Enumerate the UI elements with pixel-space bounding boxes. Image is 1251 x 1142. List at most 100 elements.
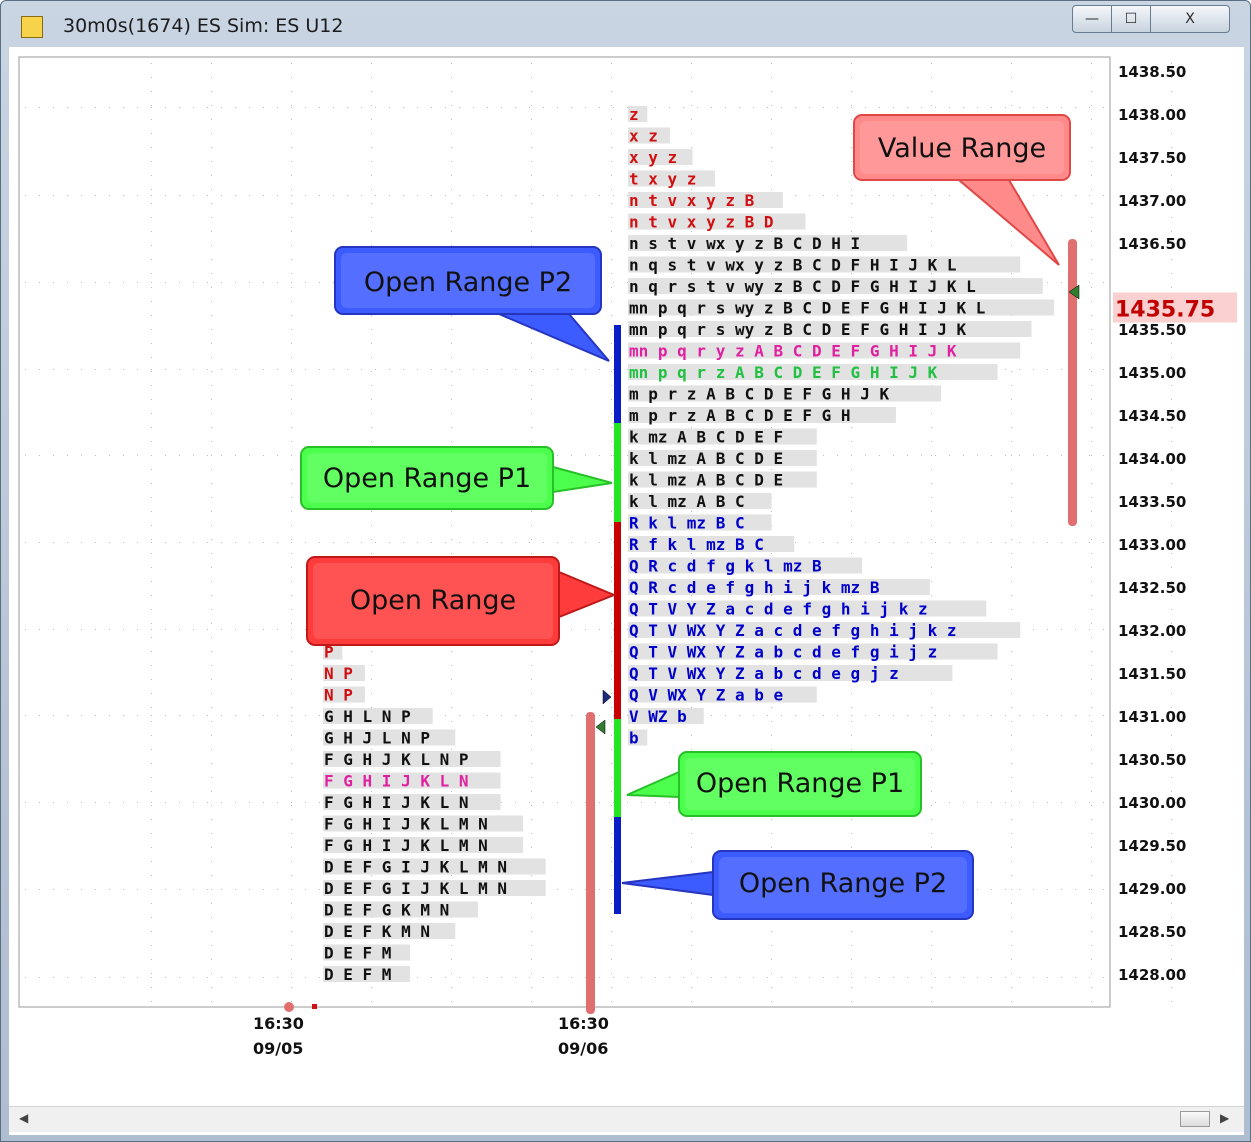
grid-dot xyxy=(931,749,932,750)
grid-dot xyxy=(291,539,292,540)
grid-dot xyxy=(627,802,628,803)
scroll-right-icon[interactable]: ▶ xyxy=(1220,1111,1229,1125)
grid-dot xyxy=(211,469,212,470)
grid-dot xyxy=(691,931,692,932)
grid-dot xyxy=(445,195,446,196)
grid-dot xyxy=(451,707,452,708)
grid-dot xyxy=(451,665,452,666)
grid-dot xyxy=(451,693,452,694)
grid-dot xyxy=(931,441,932,442)
chart-area[interactable]: PN PN PG H L N PG H J L N PF G H J K L N… xyxy=(9,47,1244,1135)
session-marker xyxy=(284,1002,294,1012)
grid-dot xyxy=(711,977,712,978)
grid-dot xyxy=(781,715,782,716)
profile-letters: Q T V Y Z a c d e f g h i j k z xyxy=(629,600,928,619)
grid-dot xyxy=(1011,959,1012,960)
grid-dot xyxy=(921,107,922,108)
grid-dot xyxy=(95,715,96,716)
grid-dot xyxy=(1103,715,1104,716)
grid-dot xyxy=(1091,637,1092,638)
grid-dot xyxy=(53,455,54,456)
grid-dot xyxy=(1091,945,1092,946)
grid-dot xyxy=(151,777,152,778)
grid-dot xyxy=(771,189,772,190)
grid-dot xyxy=(1011,469,1012,470)
grid-dot xyxy=(487,195,488,196)
grid-dot xyxy=(851,119,852,120)
market-profile-chart[interactable]: PN PN PG H L N PG H J L N PF G H J K L N… xyxy=(9,47,1244,1106)
grid-dot xyxy=(81,629,82,630)
grid-dot xyxy=(1091,259,1092,260)
grid-dot xyxy=(1171,231,1172,232)
grid-dot xyxy=(1011,763,1012,764)
grid-dot xyxy=(249,542,250,543)
grid-dot xyxy=(691,119,692,120)
grid-dot xyxy=(691,749,692,750)
grid-dot xyxy=(165,282,166,283)
grid-dot xyxy=(291,301,292,302)
grid-dot xyxy=(627,889,628,890)
grid-dot xyxy=(611,455,612,456)
grid-dot xyxy=(851,715,852,716)
open-range-p1-bottom xyxy=(614,719,621,817)
grid-dot xyxy=(81,889,82,890)
grid-dot xyxy=(531,203,532,204)
grid-dot xyxy=(487,715,488,716)
profile-letters: n q r s t v wy z B C D F G H I J K L xyxy=(629,277,976,296)
maximize-button[interactable]: ☐ xyxy=(1111,5,1151,33)
grid-dot xyxy=(151,385,152,386)
title-bar[interactable]: 30m0s(1674) ES Sim: ES U12 — ☐ X xyxy=(1,1,1251,47)
grid-dot xyxy=(557,715,558,716)
grid-dot xyxy=(291,245,292,246)
grid-dot xyxy=(931,217,932,218)
grid-dot xyxy=(1091,497,1092,498)
grid-dot xyxy=(451,77,452,78)
grid-dot xyxy=(319,107,320,108)
scroll-left-icon[interactable]: ◀ xyxy=(19,1111,28,1125)
grid-dot xyxy=(211,693,212,694)
grid-dot xyxy=(611,721,612,722)
grid-dot xyxy=(193,629,194,630)
minimize-button[interactable]: — xyxy=(1072,5,1112,33)
grid-dot xyxy=(291,595,292,596)
grid-dot xyxy=(211,973,212,974)
grid-dot xyxy=(371,189,372,190)
callout-pointer xyxy=(558,570,617,619)
grid-dot xyxy=(771,987,772,988)
grid-dot xyxy=(931,483,932,484)
grid-dot xyxy=(1033,195,1034,196)
grid-dot xyxy=(611,623,612,624)
price-tick-label: 1432.50 xyxy=(1118,579,1186,597)
grid-dot xyxy=(531,147,532,148)
grid-dot xyxy=(963,195,964,196)
grid-dot xyxy=(691,133,692,134)
grid-dot xyxy=(865,977,866,978)
close-button[interactable]: X xyxy=(1150,5,1230,33)
scroll-thumb[interactable] xyxy=(1180,1111,1210,1127)
callout-label: Open Range P1 xyxy=(696,768,904,799)
grid-dot xyxy=(211,413,212,414)
grid-dot xyxy=(151,791,152,792)
grid-dot xyxy=(151,105,152,106)
grid-dot xyxy=(1091,315,1092,316)
grid-dot xyxy=(291,91,292,92)
grid-dot xyxy=(319,195,320,196)
grid-dot xyxy=(487,977,488,978)
grid-dot xyxy=(1011,707,1012,708)
grid-dot xyxy=(515,977,516,978)
horizontal-scrollbar[interactable]: ◀ ▶ xyxy=(9,1106,1244,1132)
profile-letters: Q T V WX Y Z a b c d e f g i j z xyxy=(629,643,937,662)
grid-dot xyxy=(571,629,572,630)
grid-dot xyxy=(851,91,852,92)
grid-dot xyxy=(1011,931,1012,932)
grid-dot xyxy=(627,107,628,108)
grid-dot xyxy=(611,1001,612,1002)
grid-dot xyxy=(921,195,922,196)
grid-dot xyxy=(371,77,372,78)
grid-dot xyxy=(1005,977,1006,978)
grid-dot xyxy=(249,629,250,630)
grid-dot xyxy=(123,107,124,108)
grid-dot xyxy=(1061,282,1062,283)
grid-dot xyxy=(263,107,264,108)
grid-dot xyxy=(879,107,880,108)
